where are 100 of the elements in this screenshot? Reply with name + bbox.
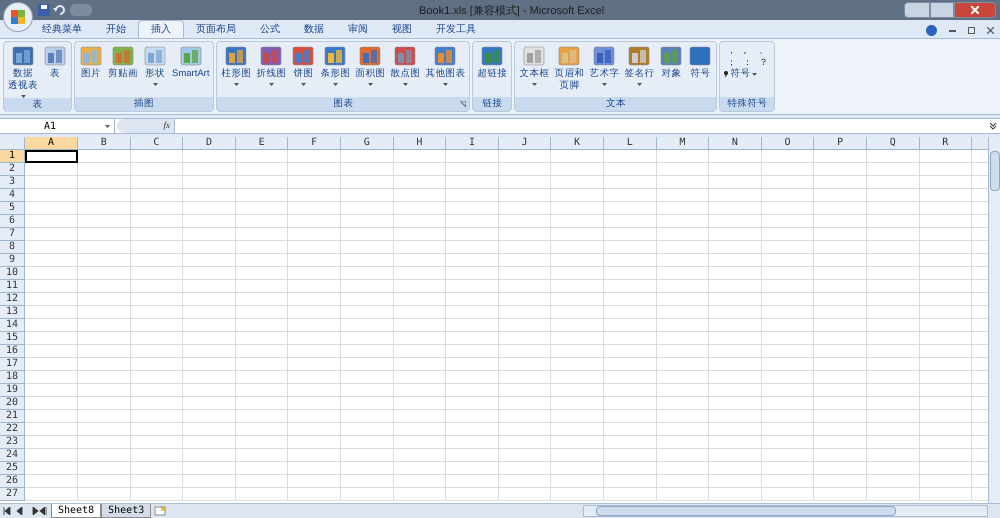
row-header[interactable]: 5	[0, 202, 25, 215]
column-header[interactable]: D	[183, 137, 236, 150]
column-header[interactable]: K	[551, 137, 604, 150]
row-header[interactable]: 16	[0, 345, 25, 358]
row-header[interactable]: 3	[0, 176, 25, 189]
restore-button[interactable]	[930, 2, 954, 18]
ribbon-button[interactable]: 数据 透视表	[6, 44, 40, 98]
expand-icon[interactable]	[988, 121, 998, 131]
ribbon-button[interactable]: 其他图表	[423, 44, 468, 97]
row-header[interactable]: 22	[0, 423, 25, 436]
ribbon-button[interactable]: 超链接	[475, 44, 510, 97]
symbol-button[interactable]: ：	[740, 56, 754, 68]
scroll-thumb[interactable]	[990, 151, 1000, 191]
minimize-button[interactable]	[904, 2, 930, 18]
row-header[interactable]: 14	[0, 319, 25, 332]
ribbon-button[interactable]: 剪贴画	[106, 44, 140, 97]
sheet-tab[interactable]: Sheet8	[51, 504, 102, 518]
row-header[interactable]: 18	[0, 371, 25, 384]
ribbon-button[interactable]: 艺术字	[587, 44, 622, 97]
ribbon-tab[interactable]: 开发工具	[424, 20, 488, 38]
ribbon-button[interactable]: 对象	[657, 44, 686, 97]
row-header[interactable]: 9	[0, 254, 25, 267]
symbol-button[interactable]: ；	[724, 56, 738, 68]
row-header[interactable]: 25	[0, 462, 25, 475]
fx-button[interactable]: fx	[164, 119, 170, 133]
column-header[interactable]: I	[446, 137, 499, 150]
column-header[interactable]: Q	[866, 137, 920, 150]
help-icon[interactable]	[926, 25, 937, 36]
ribbon-button[interactable]: 散点图	[388, 44, 422, 97]
row-header[interactable]: 21	[0, 410, 25, 423]
column-header[interactable]: N	[709, 137, 762, 150]
row-header[interactable]: 19	[0, 384, 25, 397]
ribbon-tab[interactable]: 视图	[380, 20, 424, 38]
row-header[interactable]: 7	[0, 228, 25, 241]
close-button[interactable]	[954, 2, 996, 18]
row-header[interactable]: 23	[0, 436, 25, 449]
ribbon-button[interactable]: SmartArt	[170, 44, 212, 97]
sheet-navigation-icon[interactable]	[3, 507, 47, 515]
ribbon-button[interactable]: 柱形图	[219, 44, 254, 97]
ribbon-tab[interactable]: 插入	[138, 20, 184, 38]
column-header[interactable]: A	[25, 137, 78, 150]
column-header[interactable]: P	[814, 137, 867, 150]
row-header[interactable]: 17	[0, 358, 25, 371]
office-button[interactable]	[3, 2, 33, 32]
undo-icon[interactable]	[53, 4, 67, 16]
horizontal-scrollbar[interactable]	[583, 505, 988, 517]
ribbon-button[interactable]: 折线图	[254, 44, 288, 97]
restore-icon[interactable]	[968, 27, 975, 34]
ribbon-tab[interactable]: 经典菜单	[30, 20, 94, 38]
ribbon-tab[interactable]: 数据	[292, 20, 336, 38]
column-header[interactable]: R	[920, 137, 972, 150]
close-icon[interactable]	[987, 27, 994, 34]
insert-sheet-icon[interactable]	[153, 506, 168, 516]
select-all-corner[interactable]	[0, 137, 25, 150]
sheet-tab[interactable]: Sheet3	[101, 504, 152, 518]
ribbon-tab[interactable]: 审阅	[336, 20, 380, 38]
row-header[interactable]: 2	[0, 163, 25, 176]
row-header[interactable]: 20	[0, 397, 25, 410]
ribbon-tab[interactable]: 公式	[248, 20, 292, 38]
ribbon-button[interactable]: 表	[41, 44, 69, 98]
row-header[interactable]: 8	[0, 241, 25, 254]
row-header[interactable]: 15	[0, 332, 25, 345]
row-header[interactable]: 4	[0, 189, 25, 202]
column-header[interactable]: F	[288, 137, 341, 150]
ribbon-button[interactable]: 页眉和 页脚	[552, 44, 586, 97]
ribbon-tab[interactable]: 页面布局	[184, 20, 248, 38]
symbol-dropdown[interactable]: 符号	[724, 68, 770, 80]
dialog-launcher-icon[interactable]	[460, 101, 466, 107]
name-box[interactable]: A1	[0, 119, 115, 133]
ribbon-button[interactable]: 图片	[77, 44, 105, 97]
symbol-button[interactable]: ，	[724, 44, 738, 56]
ribbon-button[interactable]: 签名行	[622, 44, 656, 97]
ribbon-button[interactable]: 条形图	[318, 44, 352, 97]
symbol-button[interactable]: 。	[740, 44, 754, 56]
column-header[interactable]: H	[394, 137, 446, 150]
ribbon-button[interactable]: 符号	[686, 44, 714, 97]
active-cell[interactable]	[25, 150, 78, 163]
minimize-icon[interactable]	[949, 30, 956, 32]
row-header[interactable]: 27	[0, 488, 25, 501]
ribbon-button[interactable]: 形状	[141, 44, 169, 97]
column-header[interactable]: E	[236, 137, 288, 150]
row-header[interactable]: 1	[0, 150, 25, 163]
row-header[interactable]: 26	[0, 475, 25, 488]
column-header[interactable]: B	[78, 137, 131, 150]
column-header[interactable]: L	[604, 137, 657, 150]
column-header[interactable]: J	[498, 137, 552, 150]
row-header[interactable]: 11	[0, 280, 25, 293]
column-header[interactable]: O	[762, 137, 814, 150]
ribbon-button[interactable]: 饼图	[289, 44, 318, 97]
ribbon-button[interactable]: 文本框	[517, 44, 552, 97]
column-header[interactable]: G	[340, 137, 394, 150]
ribbon-button[interactable]: 面积图	[353, 44, 388, 97]
row-header[interactable]: 13	[0, 306, 25, 319]
scroll-thumb[interactable]	[596, 506, 896, 516]
column-header[interactable]: M	[656, 137, 710, 150]
vertical-scrollbar[interactable]	[988, 137, 1000, 503]
row-header[interactable]: 6	[0, 215, 25, 228]
row-header[interactable]: 10	[0, 267, 25, 280]
row-header[interactable]: 12	[0, 293, 25, 306]
save-icon[interactable]	[38, 4, 50, 16]
